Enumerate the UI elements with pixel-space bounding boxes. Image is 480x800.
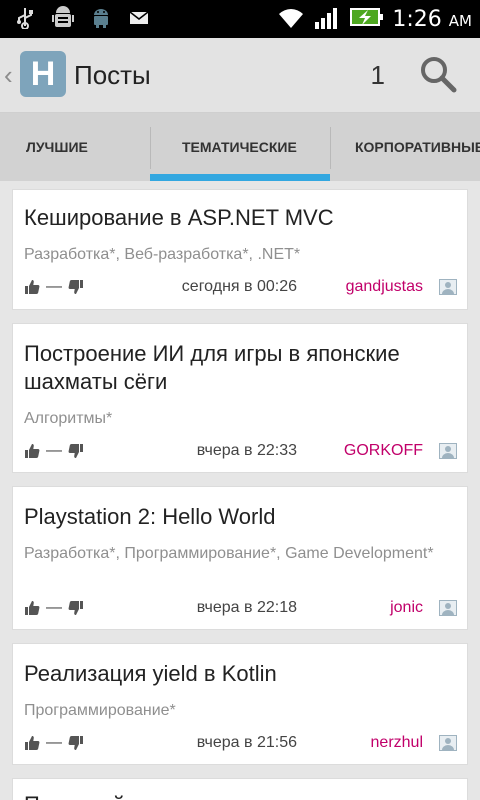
post-title[interactable]: Кеширование в ASP.NET MVC: [24, 204, 454, 232]
post-list: Кеширование в ASP.NET MVC Разработка*, В…: [0, 181, 480, 800]
post-date: вчера в 22:33: [196, 442, 297, 459]
active-tab-indicator: [150, 174, 330, 181]
thumb-up-icon[interactable]: [24, 735, 40, 751]
post-tags: Алгоритмы*: [24, 410, 113, 427]
post-footer: — вчера в 22:18 jonic: [24, 597, 457, 621]
thumb-down-icon[interactable]: [68, 443, 84, 459]
action-bar: ‹ H Посты 1: [0, 38, 480, 113]
signal-icon: [314, 4, 342, 35]
avatar-icon: [439, 443, 457, 459]
post-date: вчера в 21:56: [196, 734, 297, 751]
tab-corporate[interactable]: КОРПОРАТИВНЫЕ: [355, 113, 480, 181]
thumb-down-icon[interactable]: [68, 600, 84, 616]
post-tags: Разработка*, Программирование*, Game Dev…: [24, 545, 434, 562]
post-title[interactable]: Playstation 2: Hello World: [24, 503, 454, 531]
post-author[interactable]: jonic: [390, 599, 423, 617]
post-card[interactable]: Построение ИИ для игры в японские шахмат…: [12, 323, 468, 473]
avatar-icon: [439, 735, 457, 751]
vote-controls: —: [24, 442, 84, 460]
post-date: сегодня в 00:26: [181, 278, 297, 295]
back-chevron-icon[interactable]: ‹: [4, 60, 13, 91]
post-author[interactable]: nerzhul: [371, 734, 423, 752]
vote-controls: —: [24, 734, 84, 752]
android-debug-icon: [52, 6, 74, 29]
post-card[interactable]: Playstation 2: Hello World Разработка*, …: [12, 486, 468, 630]
post-title[interactable]: Реализация yield в Kotlin: [24, 660, 454, 688]
post-date: вчера в 22:18: [196, 599, 297, 616]
counter-badge[interactable]: 1: [371, 60, 385, 91]
post-author[interactable]: GORKOFF: [344, 442, 423, 460]
thumb-up-icon[interactable]: [24, 443, 40, 459]
clock: 1:26 AM: [392, 7, 472, 32]
search-icon[interactable]: [418, 54, 458, 94]
post-footer: — вчера в 21:56 nerzhul: [24, 732, 457, 756]
tab-bar: ЛУЧШИЕ ТЕМАТИЧЕСКИЕ КОРПОРАТИВНЫЕ: [0, 113, 480, 181]
thumb-down-icon[interactable]: [68, 735, 84, 751]
app-logo[interactable]: H: [20, 51, 66, 97]
post-rating: —: [46, 442, 62, 459]
usb-icon: [14, 7, 36, 29]
wifi-icon: [276, 4, 306, 35]
vote-controls: —: [24, 278, 84, 296]
tab-divider: [330, 127, 331, 169]
email-icon: [128, 7, 150, 29]
post-title[interactable]: Построение ИИ для игры в японские шахмат…: [24, 340, 454, 396]
post-card[interactable]: Почтовый сервис сегодня для ...: [12, 778, 468, 800]
post-card[interactable]: Реализация yield в Kotlin Программирован…: [12, 643, 468, 765]
post-card[interactable]: Кеширование в ASP.NET MVC Разработка*, В…: [12, 189, 468, 310]
post-rating: —: [46, 278, 62, 295]
avatar-icon: [439, 600, 457, 616]
thumb-down-icon[interactable]: [68, 279, 84, 295]
post-rating: —: [46, 734, 62, 751]
avatar-icon: [439, 279, 457, 295]
tab-divider: [150, 127, 151, 169]
post-tags: Разработка*, Веб-разработка*, .NET*: [24, 246, 301, 263]
post-tags: Программирование*: [24, 702, 176, 719]
post-title[interactable]: Почтовый сервис сегодня для ...: [24, 791, 454, 800]
post-footer: — вчера в 22:33 GORKOFF: [24, 440, 457, 464]
thumb-up-icon[interactable]: [24, 279, 40, 295]
tab-best[interactable]: ЛУЧШИЕ: [26, 113, 88, 181]
battery-charging-icon: [350, 6, 384, 33]
page-title: Посты: [74, 60, 151, 90]
thumb-up-icon[interactable]: [24, 600, 40, 616]
post-rating: —: [46, 599, 62, 616]
post-author[interactable]: gandjustas: [346, 278, 423, 296]
vote-controls: —: [24, 599, 84, 617]
android-icon: [90, 7, 112, 29]
tab-thematic[interactable]: ТЕМАТИЧЕСКИЕ: [182, 113, 297, 181]
status-bar: 1:26 AM: [0, 0, 480, 38]
post-footer: — сегодня в 00:26 gandjustas: [24, 276, 457, 300]
